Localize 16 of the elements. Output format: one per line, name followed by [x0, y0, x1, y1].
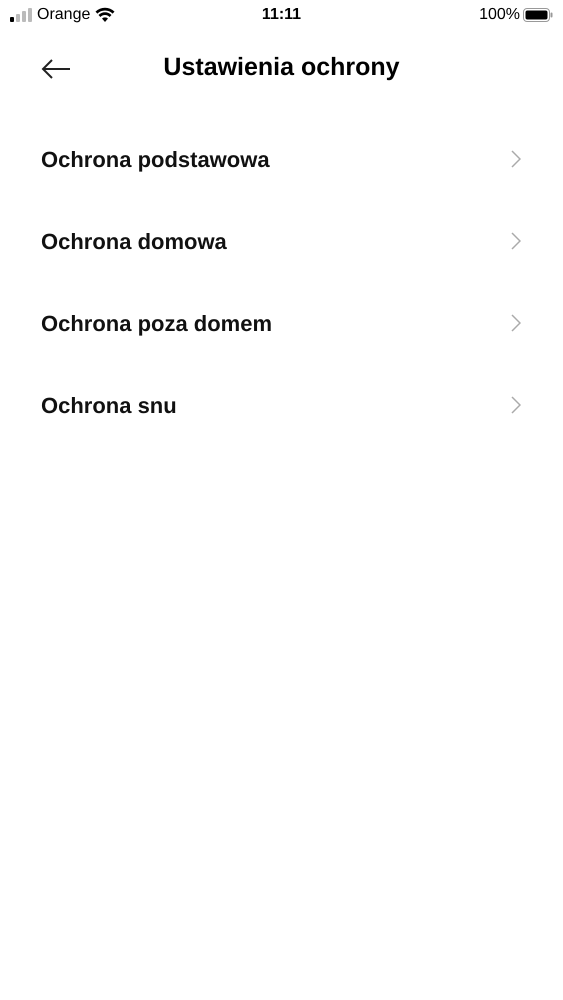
chevron-right-icon [511, 396, 521, 414]
row-label: Ochrona domowa [41, 228, 227, 256]
chevron-right-icon [511, 232, 521, 250]
row-label: Ochrona snu [41, 392, 177, 420]
back-arrow-icon [41, 58, 71, 80]
chevron-right-icon [511, 314, 521, 332]
signal-icon [10, 8, 32, 22]
row-label: Ochrona poza domem [41, 310, 272, 338]
clock-time: 11:11 [262, 4, 302, 24]
chevron-right-icon [511, 150, 521, 168]
row-label: Ochrona podstawowa [41, 146, 270, 174]
page-title: Ustawienia ochrony [163, 52, 400, 83]
battery-icon [523, 8, 553, 22]
battery-percent: 100% [479, 4, 520, 24]
carrier-name: Orange [37, 4, 90, 24]
wifi-icon [95, 7, 116, 22]
